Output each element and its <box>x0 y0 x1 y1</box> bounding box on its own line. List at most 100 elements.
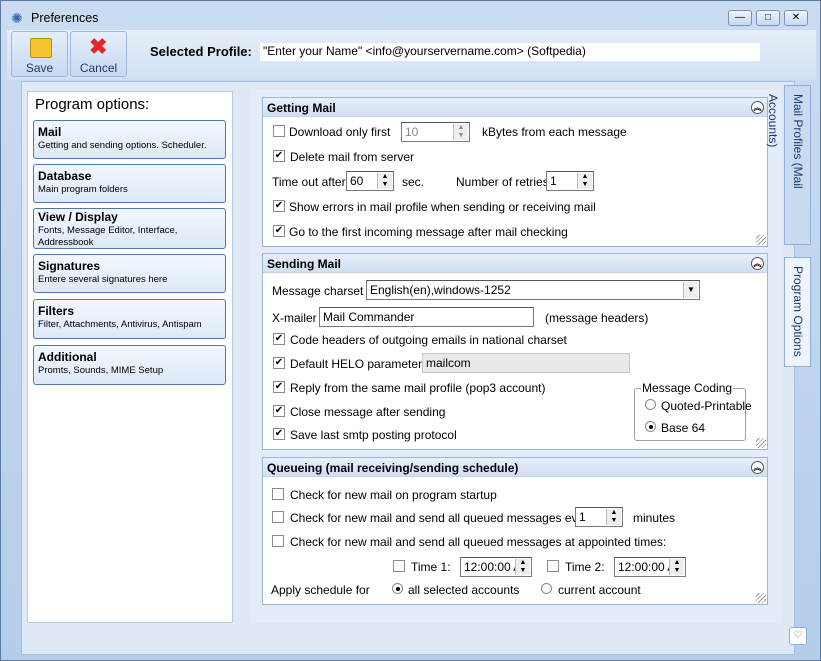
base64-radio[interactable] <box>645 421 656 432</box>
appointed-times-label: Check for new mail and send all queued m… <box>290 535 667 549</box>
nav-desc: Getting and sending options. Scheduler. <box>38 140 207 151</box>
cancel-button[interactable]: ✖ Cancel <box>70 31 127 77</box>
startup-check-checkbox[interactable] <box>272 488 284 500</box>
goto-first-checkbox[interactable]: ✔ <box>273 225 285 237</box>
favorite-heart-icon[interactable]: ♡ <box>789 627 807 645</box>
nav-label: View / Display <box>38 210 118 224</box>
floppy-save-icon <box>30 38 52 58</box>
sending-mail-header[interactable]: Sending Mail ︽ <box>263 254 767 273</box>
helo-checkbox[interactable]: ✔ <box>273 357 285 369</box>
collapse-icon[interactable]: ︽ <box>751 257 764 270</box>
quoted-printable-radio[interactable] <box>645 399 656 410</box>
show-errors-label: Show errors in mail profile when sending… <box>289 200 596 214</box>
spin-arrows-icon[interactable]: ▲ ▼ <box>515 559 530 575</box>
charset-dropdown[interactable]: English(en),windows-1252 ▼ <box>366 280 700 300</box>
retries-label: Number of retries <box>456 175 549 189</box>
delete-mail-checkbox[interactable]: ✔ <box>273 150 285 162</box>
cancel-x-icon: ✖ <box>89 34 108 59</box>
title-bar: ✺ Preferences — □ ✕ <box>1 1 820 33</box>
helo-input[interactable]: mailcom <box>422 353 630 373</box>
nav-label: Mail <box>38 125 62 139</box>
spin-arrows-icon[interactable]: ▲ ▼ <box>377 173 392 189</box>
tab-program-options[interactable]: Program Options <box>784 257 811 367</box>
nav-item-additional[interactable]: Additional Promts, Sounds, MIME Setup <box>33 345 226 385</box>
queueing-header[interactable]: Queueing (mail receiving/sending schedul… <box>263 458 767 477</box>
group-title: Getting Mail <box>267 101 336 115</box>
nav-item-database[interactable]: Database Main program folders <box>33 164 226 203</box>
nav-desc: Promts, Sounds, MIME Setup <box>38 365 164 376</box>
time1-picker[interactable]: 12:00:00 A ▲ ▼ <box>460 557 532 577</box>
spin-arrows-icon[interactable]: ▲ ▼ <box>577 173 592 189</box>
group-title: Queueing (mail receiving/sending schedul… <box>267 461 519 475</box>
spinner-value: 1 <box>579 510 586 524</box>
current-account-radio[interactable] <box>541 583 552 594</box>
resize-grip[interactable] <box>756 438 766 448</box>
nav-desc: Filter, Attachments, Antivirus, Antispam <box>38 319 202 330</box>
charset-label: Message charset <box>272 284 364 298</box>
current-account-label: current account <box>558 583 641 597</box>
getting-mail-header[interactable]: Getting Mail ︽ <box>263 98 767 117</box>
minutes-spinner[interactable]: 1 ▲ ▼ <box>575 507 623 527</box>
download-only-label: Download only first <box>289 125 391 139</box>
spinner-value: 60 <box>350 174 364 188</box>
time1-label: Time 1: <box>411 560 451 574</box>
close-button[interactable]: ✕ <box>784 10 808 26</box>
chevron-down-icon[interactable]: ▼ <box>683 282 698 298</box>
message-headers-label: (message headers) <box>545 311 649 325</box>
xmailer-label: X-mailer <box>272 311 317 325</box>
reply-same-checkbox[interactable]: ✔ <box>273 381 285 393</box>
retries-spinner[interactable]: 1 ▲ ▼ <box>546 171 594 191</box>
spin-arrows-icon[interactable]: ▲ ▼ <box>669 559 684 575</box>
spinner-value: 1 <box>550 174 557 188</box>
xmailer-input[interactable]: Mail Commander <box>319 307 534 327</box>
dropdown-value: English(en),windows-1252 <box>370 283 511 297</box>
apply-schedule-label: Apply schedule for <box>271 583 370 597</box>
time-value: 12:00:00 A <box>618 560 676 574</box>
window-title: Preferences <box>31 11 99 25</box>
message-coding-title: Message Coding <box>642 381 733 395</box>
spin-arrows-icon[interactable]: ▲ ▼ <box>453 124 468 140</box>
resize-grip[interactable] <box>756 593 766 603</box>
nav-item-view-display[interactable]: View / Display Fonts, Message Editor, Int… <box>33 208 226 249</box>
time1-checkbox[interactable] <box>393 560 405 572</box>
maximize-button[interactable]: □ <box>756 10 780 26</box>
save-button[interactable]: Save <box>11 31 68 77</box>
reply-same-label: Reply from the same mail profile (pop3 a… <box>290 381 546 395</box>
selected-profile-label: Selected Profile: <box>150 44 252 59</box>
nav-item-signatures[interactable]: Signatures Entere several signatures here <box>33 254 226 293</box>
download-only-checkbox[interactable] <box>273 125 285 137</box>
cancel-label: Cancel <box>79 61 118 75</box>
timeout-spinner[interactable]: 60 ▲ ▼ <box>346 171 394 191</box>
download-kb-spinner[interactable]: 10 ▲ ▼ <box>401 122 470 142</box>
selected-profile-field[interactable]: "Enter your Name" <info@yourservername.c… <box>260 43 760 61</box>
delete-mail-label: Delete mail from server <box>290 150 415 164</box>
time2-checkbox[interactable] <box>547 560 559 572</box>
nav-item-filters[interactable]: Filters Filter, Attachments, Antivirus, A… <box>33 299 226 339</box>
spinner-value: 10 <box>405 125 419 139</box>
nav-desc: Fonts, Message Editor, Interface, Addres… <box>38 225 178 248</box>
appointed-times-checkbox[interactable] <box>272 535 284 547</box>
time2-picker[interactable]: 12:00:00 A ▲ ▼ <box>614 557 686 577</box>
kbytes-label: kBytes from each message <box>482 125 627 139</box>
all-accounts-label: all selected accounts <box>408 583 520 597</box>
collapse-icon[interactable]: ︽ <box>751 461 764 474</box>
preferences-window: ✺ Preferences — □ ✕ Save ✖ Cancel Select… <box>0 0 821 661</box>
spin-arrows-icon[interactable]: ▲ ▼ <box>606 509 621 525</box>
all-accounts-radio[interactable] <box>392 583 403 594</box>
nav-label: Additional <box>38 350 97 364</box>
check-every-checkbox[interactable] <box>272 511 284 523</box>
minutes-label: minutes <box>633 511 676 525</box>
nav-label: Filters <box>38 304 75 318</box>
code-headers-label: Code headers of outgoing emails in natio… <box>290 333 567 347</box>
show-errors-checkbox[interactable]: ✔ <box>273 200 285 212</box>
group-title: Sending Mail <box>267 257 342 271</box>
resize-grip[interactable] <box>756 235 766 245</box>
nav-item-mail[interactable]: Mail Getting and sending options. Schedul… <box>33 120 226 159</box>
tab-mail-profiles[interactable]: Mail Profiles (Mail Accounts) <box>766 85 811 245</box>
minimize-button[interactable]: — <box>728 10 752 26</box>
code-headers-checkbox[interactable]: ✔ <box>273 333 285 345</box>
time2-label: Time 2: <box>565 560 605 574</box>
close-after-checkbox[interactable]: ✔ <box>273 405 285 417</box>
time-value: 12:00:00 A <box>464 560 522 574</box>
save-last-checkbox[interactable]: ✔ <box>273 428 285 440</box>
